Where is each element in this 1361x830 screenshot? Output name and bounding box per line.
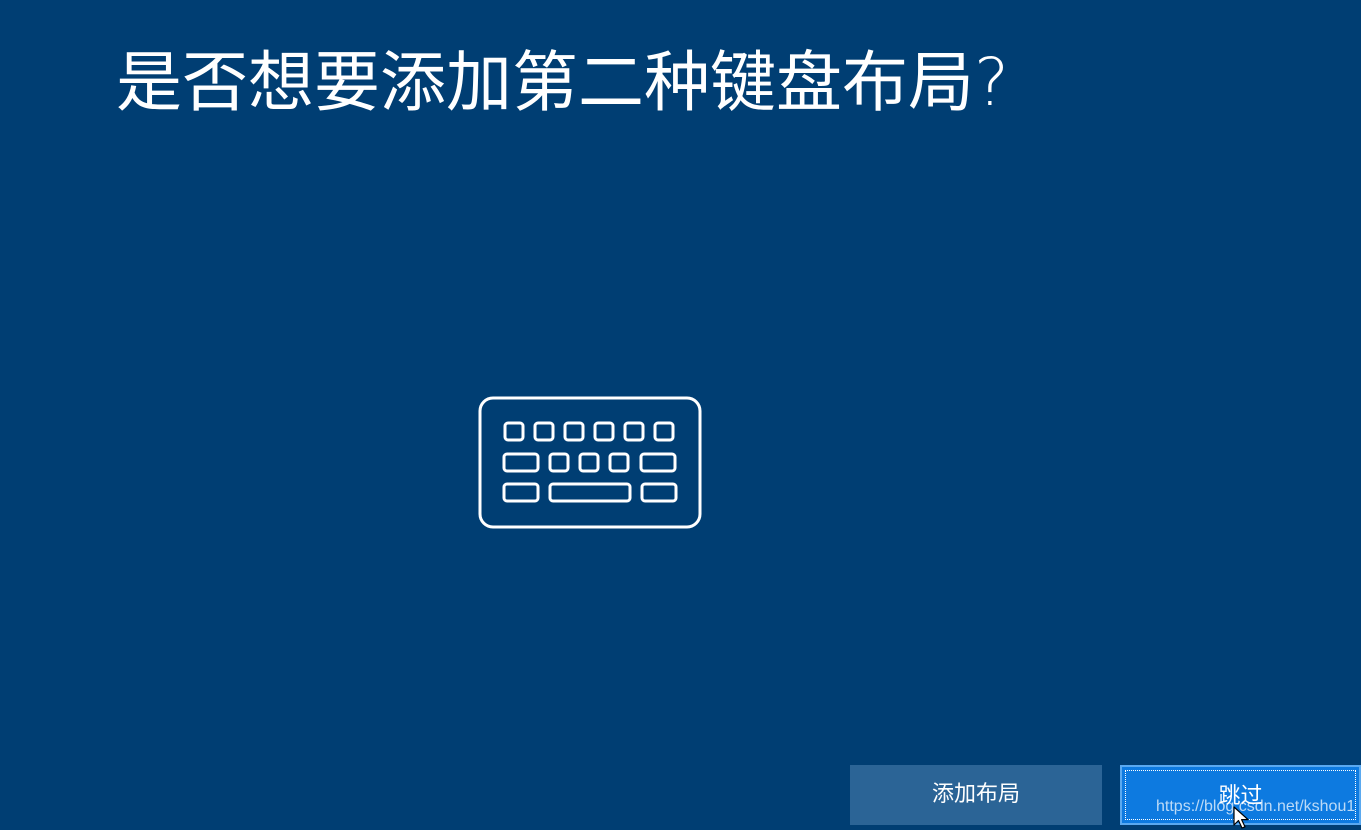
oobe-keyboard-page: 是否想要添加第二种键盘布局? 添加布局 跳过 https://blog.csdn… — [0, 0, 1361, 830]
keyboard-icon — [478, 396, 702, 529]
page-title: 是否想要添加第二种键盘布局? — [116, 44, 1010, 121]
add-layout-button[interactable]: 添加布局 — [850, 765, 1102, 825]
mouse-pointer-icon — [1233, 806, 1249, 829]
add-layout-button-label: 添加布局 — [931, 782, 1020, 807]
